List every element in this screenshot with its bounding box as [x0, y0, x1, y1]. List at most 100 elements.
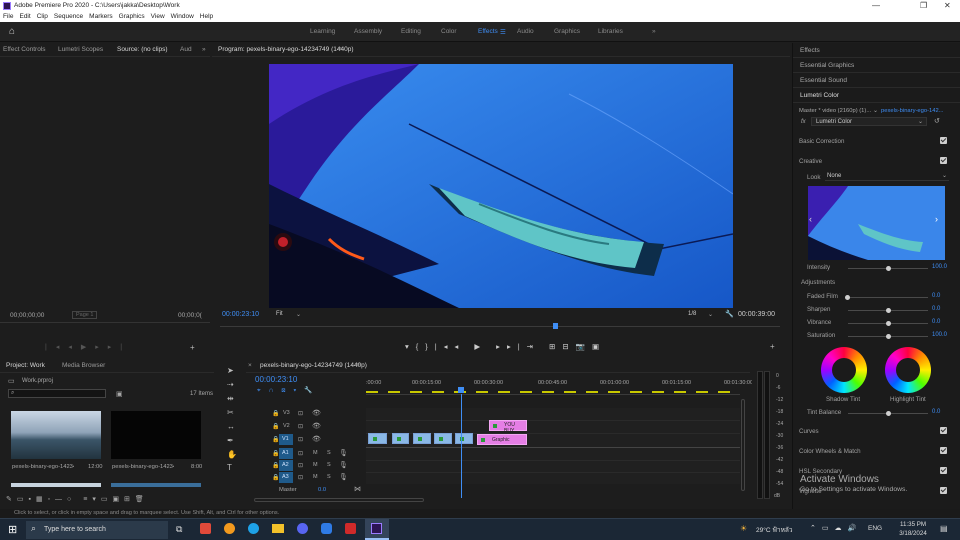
menu-sequence[interactable]: Sequence [51, 12, 86, 20]
program-add-button-icon[interactable]: + [770, 343, 775, 351]
clock-time[interactable]: 11:35 PM [896, 521, 930, 528]
creative-checkbox[interactable] [940, 157, 947, 164]
notification-icon[interactable]: ▤ [940, 524, 948, 533]
mute-button[interactable]: M [313, 474, 318, 480]
tint-balance-knob[interactable] [886, 411, 891, 416]
resolution-chevron-icon[interactable]: ⌄ [708, 311, 713, 318]
program-transport[interactable]: ▾{}|◂◂ ▶ ▸▸|⇥ ⊞⊟📷▣ [405, 342, 606, 351]
program-menu-icon[interactable]: ≡ [338, 46, 342, 53]
lumetri-color-header[interactable]: Lumetri Color [793, 88, 960, 103]
app-icon-7[interactable] [345, 523, 356, 534]
master-end-icon[interactable]: ⋈ [354, 485, 361, 493]
creative-label[interactable]: Creative [799, 158, 822, 165]
selection-tool-icon[interactable]: ➤ [227, 367, 234, 375]
solo-button[interactable]: S [327, 462, 331, 468]
home-icon[interactable]: ⌂ [9, 27, 19, 37]
menu-edit[interactable]: Edit [16, 12, 33, 20]
menu-clip[interactable]: Clip [34, 12, 51, 20]
color-wheels-label[interactable]: Color Wheels & Match [799, 448, 861, 455]
workspace-assembly[interactable]: Assembly [354, 28, 382, 35]
timeline-vertical-scrollbar[interactable] [741, 399, 745, 491]
reset-icon[interactable]: ↺ [934, 117, 940, 125]
ripple-edit-tool-icon[interactable]: ⇹ [227, 395, 234, 403]
intensity-value[interactable]: 100.0 [932, 264, 947, 270]
hand-tool-icon[interactable]: ✋ [227, 451, 237, 459]
weather-text[interactable]: 29°C ฟ้าหลัว [756, 525, 793, 535]
timeline-clip-video[interactable] [392, 433, 409, 444]
timeline-clip-video[interactable] [413, 433, 431, 444]
track-label-a3[interactable]: A3 [279, 472, 293, 483]
shadow-tint-wheel[interactable] [821, 347, 867, 393]
mute-button[interactable]: M [313, 462, 318, 468]
track-label-a1[interactable]: A1 [279, 448, 293, 459]
workspace-menu-icon[interactable]: ☰ [500, 28, 506, 36]
task-view-icon[interactable]: ⧉ [176, 524, 182, 535]
lock-icon[interactable]: 🔒 [272, 423, 279, 430]
highlight-tint-wheel[interactable] [885, 347, 931, 393]
faded-film-slider[interactable] [848, 297, 928, 298]
tab-source[interactable]: Source: (no clips) [117, 46, 168, 53]
faded-film-value[interactable]: 0.0 [932, 293, 940, 299]
clock-date[interactable]: 3/18/2024 [894, 530, 932, 537]
maximize-button[interactable]: ❐ [920, 1, 927, 10]
clip-thumbnail-3[interactable] [11, 483, 101, 487]
timeline-ruler[interactable]: :00:00 00:00:15:00 00:00:30:00 00:00:45:… [366, 377, 753, 395]
timeline-clip-video[interactable] [368, 433, 387, 444]
eye-icon[interactable]: 👁 [312, 409, 321, 417]
timeline-clip-video[interactable] [434, 433, 452, 444]
mic-icon[interactable]: 🎙 [339, 449, 348, 457]
menu-graphics[interactable]: Graphics [116, 12, 148, 20]
solo-button[interactable]: S [327, 474, 331, 480]
sync-icon[interactable]: ⊡ [298, 410, 303, 417]
faded-film-knob[interactable] [845, 295, 850, 300]
program-timecode[interactable]: 00:00:23:10 [222, 311, 259, 318]
menu-view[interactable]: View [148, 12, 168, 20]
timeline-horizontal-scrollbar[interactable] [254, 498, 424, 502]
saturation-knob[interactable] [886, 334, 891, 339]
program-playhead[interactable] [553, 323, 558, 329]
curves-label[interactable]: Curves [799, 428, 819, 435]
effect-select[interactable]: Lumetri Color ⌄ [811, 117, 927, 126]
timeline-tracks[interactable]: YOU BUY Graphic [366, 408, 740, 484]
color-wheels-checkbox[interactable] [940, 447, 947, 454]
tab-audio[interactable]: Aud [180, 46, 192, 53]
slip-tool-icon[interactable]: ↔ [227, 423, 235, 431]
workspace-overflow-icon[interactable]: » [652, 28, 656, 35]
taskbar-search-input[interactable]: ⌕ Type here to search [26, 521, 168, 539]
clip-thumbnail-1[interactable] [11, 411, 101, 459]
discord-icon[interactable] [297, 523, 308, 534]
timeline-close-icon[interactable]: × [248, 362, 252, 369]
vibrance-value[interactable]: 0.0 [932, 319, 940, 325]
workspace-learning[interactable]: Learning [310, 28, 335, 35]
basic-correction-label[interactable]: Basic Correction [799, 138, 844, 145]
sharpen-value[interactable]: 0.0 [932, 306, 940, 312]
app-icon-6[interactable] [321, 523, 332, 534]
edge-icon[interactable] [248, 523, 259, 534]
vibrance-knob[interactable] [886, 321, 891, 326]
menu-window[interactable]: Window [168, 12, 197, 20]
solo-button[interactable]: S [327, 450, 331, 456]
menu-markers[interactable]: Markers [86, 12, 115, 20]
timeline-playhead-handle[interactable] [458, 387, 464, 393]
look-select[interactable]: None ⌄ [825, 172, 949, 181]
menu-help[interactable]: Help [197, 12, 216, 20]
tab-project[interactable]: Project: Work [6, 362, 45, 369]
clip-thumbnail-4[interactable] [111, 483, 201, 487]
eye-icon[interactable]: 👁 [312, 435, 321, 443]
program-scrubber[interactable] [220, 326, 780, 327]
tray-icons[interactable]: ⌃▭☁🔊 [810, 524, 862, 532]
new-bin-icon[interactable]: ▣ [116, 390, 123, 398]
timeline-clip-graphic-v3[interactable]: YOU BUY [489, 420, 527, 434]
weather-icon[interactable]: ☀ [740, 524, 747, 533]
add-button-icon[interactable]: + [190, 344, 195, 352]
premiere-taskbar-button[interactable] [365, 519, 389, 540]
resolution-dropdown[interactable]: 1/8 [688, 311, 696, 317]
timeline-tool-icons[interactable]: ⌖∩⊠▾🔧 [257, 386, 320, 395]
sync-icon[interactable]: ⊡ [298, 474, 303, 481]
file-explorer-icon[interactable] [272, 524, 284, 533]
timeline-menu-icon[interactable]: ≡ [356, 362, 360, 369]
page-selector[interactable]: Page 1 [72, 311, 98, 319]
workspace-color[interactable]: Color [441, 28, 457, 35]
minimize-button[interactable]: — [872, 1, 880, 10]
tab-media-browser[interactable]: Media Browser [62, 362, 105, 369]
